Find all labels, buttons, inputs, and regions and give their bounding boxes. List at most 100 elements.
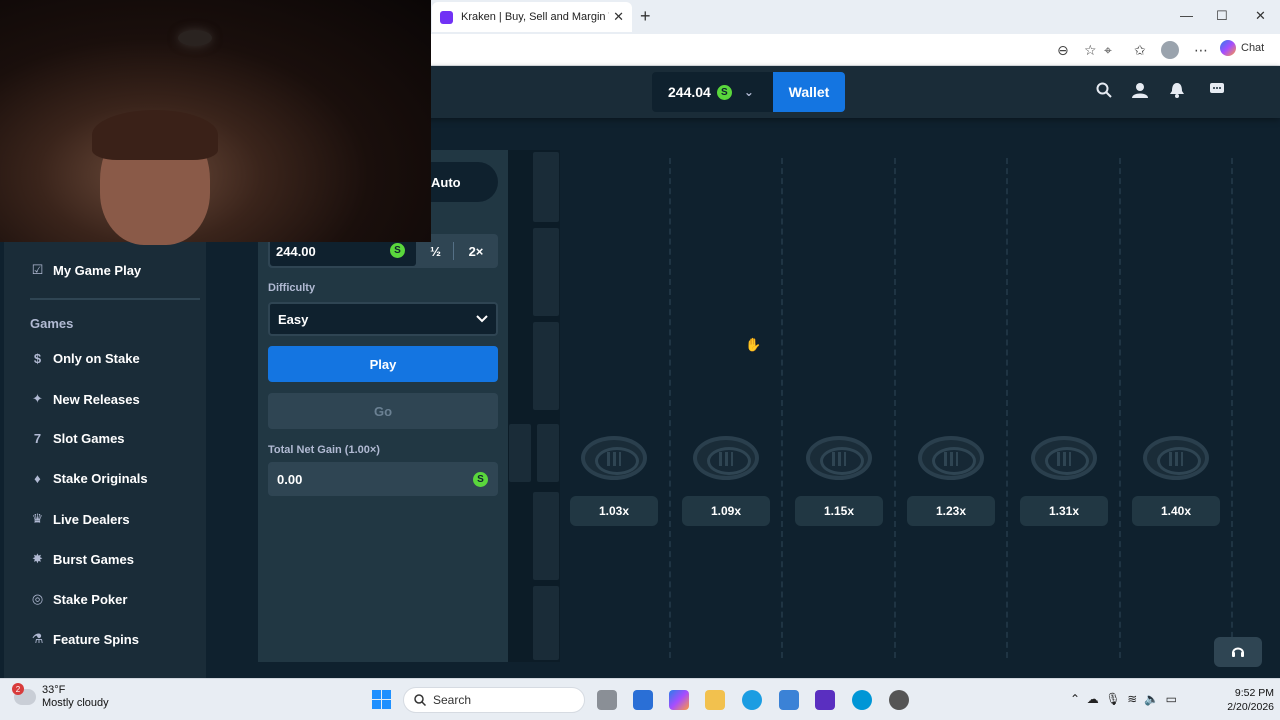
location-icon[interactable]: ⌖ — [1104, 42, 1112, 59]
sidebar-item-label: Live Dealers — [53, 511, 130, 527]
favorites-icon[interactable]: ✩ — [1134, 42, 1146, 59]
lane-divider — [669, 158, 671, 658]
sidebar-item-label: Feature Spins — [53, 631, 139, 647]
weather-desc: Mostly cloudy — [42, 697, 109, 709]
sidebar-item-slot-games[interactable]: 7 Slot Games — [30, 431, 125, 446]
go-button[interactable]: Go — [268, 393, 498, 429]
tab-close-icon[interactable]: ✕ — [613, 9, 624, 25]
sidebar-item-my-game-play[interactable]: ☑ My Game Play — [30, 262, 141, 278]
sidebar-item-only-on-stake[interactable]: $ Only on Stake — [30, 351, 140, 366]
reader-icon[interactable]: ⊖ — [1057, 42, 1069, 59]
browser-tab[interactable]: Kraken | Buy, Sell and Margin Trad ✕ — [432, 2, 632, 32]
manhole-cover-icon[interactable] — [806, 436, 872, 480]
maximize-button[interactable]: ☐ — [1216, 8, 1228, 24]
wallet-button[interactable]: Wallet — [773, 72, 845, 112]
cloud-icon: 2 — [12, 683, 36, 705]
profile-avatar-icon[interactable] — [1161, 41, 1179, 59]
manhole-cover-icon[interactable] — [1031, 436, 1097, 480]
currency-coin-icon: S — [390, 243, 405, 258]
copilot-app-icon[interactable] — [669, 690, 689, 710]
manhole-cover-icon[interactable] — [581, 436, 647, 480]
new-tab-button[interactable]: + — [640, 6, 651, 27]
difficulty-select[interactable]: Easy — [268, 302, 498, 336]
dealer-icon: ♛ — [31, 511, 44, 526]
sidebar-item-new-releases[interactable]: ✦ New Releases — [30, 391, 140, 407]
sidebar-item-label: My Game Play — [53, 262, 142, 278]
lane-divider — [1119, 158, 1121, 658]
sidewalk-tile — [533, 586, 559, 660]
more-menu-icon[interactable]: ⋯ — [1194, 42, 1208, 59]
user-icon[interactable] — [1132, 82, 1148, 103]
manhole-cover-icon[interactable] — [693, 436, 759, 480]
sidewalk-tile — [537, 424, 559, 482]
burst-icon: ✸ — [32, 551, 43, 566]
slot-icon: 7 — [33, 431, 42, 446]
chevron-down-icon — [476, 315, 488, 323]
difficulty-value: Easy — [278, 311, 309, 327]
outlook-icon[interactable] — [633, 690, 653, 710]
weather-widget[interactable]: 2 33°F Mostly cloudy — [12, 683, 109, 710]
notifications-bell-icon[interactable] — [1169, 82, 1185, 103]
lane-divider — [894, 158, 896, 658]
sidebar-item-live-dealers[interactable]: ♛ Live Dealers — [30, 511, 130, 527]
search-icon[interactable] — [1096, 82, 1112, 103]
manhole-cover-icon[interactable] — [918, 436, 984, 480]
play-button[interactable]: Play — [268, 346, 498, 382]
manhole-cover-icon[interactable] — [1143, 436, 1209, 480]
hp-icon[interactable] — [852, 690, 872, 710]
poker-chip-icon: ◎ — [31, 591, 44, 606]
close-window-button[interactable]: ✕ — [1255, 8, 1266, 24]
multiplier-badge: 1.31x — [1020, 496, 1108, 526]
chevron-down-icon: ⌄ — [743, 85, 754, 99]
copilot-chat-button[interactable]: Chat — [1220, 40, 1264, 56]
chat-label: Chat — [1241, 42, 1265, 54]
multiplier-badge: 1.03x — [570, 496, 658, 526]
stake-icon: $ — [33, 351, 42, 366]
flask-icon: ⚗ — [31, 631, 44, 646]
app-pen-icon[interactable] — [815, 690, 835, 710]
favorite-star-icon[interactable]: ☆ — [1084, 42, 1097, 59]
webcam-overlay — [0, 0, 431, 245]
sidebar-item-burst-games[interactable]: ✸ Burst Games — [30, 551, 134, 567]
copilot-icon — [1220, 40, 1236, 56]
clock-time: 9:52 PM — [1234, 687, 1274, 699]
balance-selector[interactable]: 244.04 S ⌄ — [652, 72, 773, 112]
system-tray[interactable]: ⌃ ☁ 🎙 ≋ 🔈 ▭ — [1070, 692, 1177, 706]
sidebar-item-feature-spins[interactable]: ⚗ Feature Spins — [30, 631, 139, 647]
microsoft-store-icon[interactable] — [779, 690, 799, 710]
sidewalk-tile — [509, 424, 531, 482]
file-explorer-icon[interactable] — [705, 690, 725, 710]
taskbar-clock[interactable]: 9:52 PM 2/20/2026 — [1216, 686, 1274, 714]
sidebar-item-stake-poker[interactable]: ◎ Stake Poker — [30, 591, 128, 607]
currency-coin-icon: S — [716, 84, 732, 100]
windows-start-icon[interactable] — [372, 690, 391, 709]
sidewalk-tile — [533, 322, 559, 410]
streamer-hair — [92, 110, 218, 160]
notification-badge: 2 — [12, 683, 24, 695]
sidewalk-tile — [533, 228, 559, 316]
hand-cursor-icon: ✋ — [745, 337, 762, 352]
chatgpt-icon[interactable] — [889, 690, 909, 710]
task-view-icon[interactable] — [597, 690, 617, 710]
net-gain-field: 0.00 S — [268, 462, 498, 496]
difficulty-label: Difficulty — [268, 282, 316, 294]
taskbar-search[interactable]: Search — [403, 687, 585, 713]
multiplier-badge: 1.40x — [1132, 496, 1220, 526]
ceiling-lamp — [178, 30, 212, 46]
double-bet-button[interactable]: 2× — [455, 236, 497, 266]
chat-icon[interactable] — [1210, 82, 1224, 100]
game-board[interactable] — [508, 150, 1239, 662]
flame-icon: ♦ — [34, 471, 41, 486]
lane-divider — [1006, 158, 1008, 658]
minimize-button[interactable]: — — [1180, 8, 1193, 23]
auto-mode-tab[interactable]: Auto — [431, 162, 498, 202]
sidebar-item-stake-originals[interactable]: ♦ Stake Originals — [30, 471, 148, 486]
edge-browser-icon[interactable] — [742, 690, 762, 710]
support-headset-button[interactable] — [1214, 637, 1262, 667]
sidebar-item-label: Stake Originals — [53, 471, 148, 486]
lane-divider — [781, 158, 783, 658]
sidebar-item-label: Burst Games — [53, 551, 134, 567]
sidebar-item-label: Stake Poker — [53, 591, 128, 607]
headset-icon — [1232, 647, 1244, 657]
search-icon — [414, 694, 426, 706]
